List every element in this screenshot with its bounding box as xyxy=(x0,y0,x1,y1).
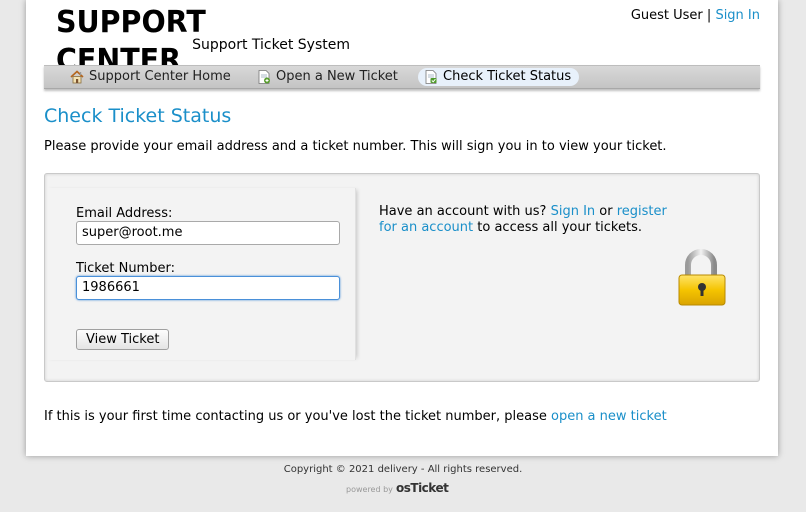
email-label: Email Address: xyxy=(76,206,173,221)
copyright: Copyright © 2021 delivery - All rights r… xyxy=(283,464,523,475)
powered-by-logo[interactable]: powered by osTicket xyxy=(346,478,449,496)
header-sign-in-link[interactable]: Sign In xyxy=(715,8,760,23)
ticket-number-label: Ticket Number: xyxy=(76,261,175,276)
powered-by-label: powered by xyxy=(346,485,393,494)
osticket-brand: osTicket xyxy=(396,481,449,495)
email-field[interactable] xyxy=(76,221,340,245)
footer-note-text: If this is your first time contacting us… xyxy=(44,409,551,424)
view-ticket-button[interactable]: View Ticket xyxy=(76,329,170,350)
account-info-or: or xyxy=(595,204,617,219)
main-nav: Support Center Home Open a New Ticket Ch… xyxy=(44,65,760,89)
account-info-prefix: Have an account with us? xyxy=(379,204,551,219)
user-bar-separator: | xyxy=(706,8,712,23)
ticket-lookup-form: Email Address: Ticket Number: View Ticke… xyxy=(45,188,356,360)
page-title: Check Ticket Status xyxy=(44,105,232,127)
ticket-status-icon xyxy=(424,70,438,84)
account-info: Have an account with us? Sign In or regi… xyxy=(379,204,669,236)
footer-note: If this is your first time contacting us… xyxy=(44,409,667,425)
page-intro: Please provide your email address and a … xyxy=(44,139,667,154)
nav-item-home[interactable]: Support Center Home xyxy=(64,68,239,86)
user-bar: Guest User | Sign In xyxy=(631,8,760,24)
sign-in-link[interactable]: Sign In xyxy=(551,204,596,219)
lock-icon xyxy=(677,248,727,306)
account-info-suffix: to access all your tickets. xyxy=(473,220,643,235)
nav-item-label: Support Center Home xyxy=(89,69,231,84)
new-ticket-icon xyxy=(257,70,271,84)
page-container: SUPPORT CENTER Support Ticket System Gue… xyxy=(26,0,778,456)
home-icon xyxy=(70,70,84,84)
open-new-ticket-link[interactable]: open a new ticket xyxy=(551,409,667,424)
nav-item-check-status[interactable]: Check Ticket Status xyxy=(418,68,580,86)
nav-item-open-ticket[interactable]: Open a New Ticket xyxy=(251,68,406,86)
logo-subtitle: Support Ticket System xyxy=(192,37,350,53)
ticket-number-field[interactable] xyxy=(76,276,340,300)
nav-item-label: Open a New Ticket xyxy=(276,69,398,84)
login-panel: Email Address: Ticket Number: View Ticke… xyxy=(44,173,760,382)
logo[interactable]: SUPPORT CENTER Support Ticket System xyxy=(56,4,350,78)
guest-user-label: Guest User xyxy=(630,8,703,23)
nav-item-label: Check Ticket Status xyxy=(443,69,572,84)
